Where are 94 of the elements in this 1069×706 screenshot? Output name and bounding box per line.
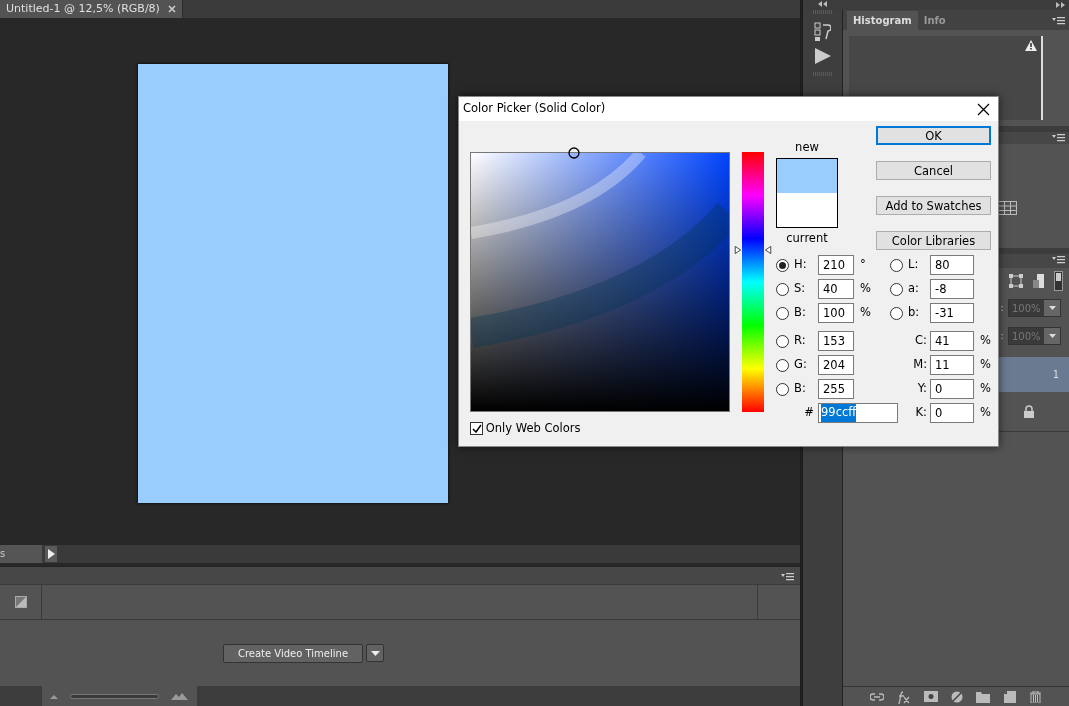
value-field[interactable]: 100	[818, 303, 854, 323]
radio-button[interactable]	[776, 306, 789, 320]
dialog-button[interactable]: Cancel	[876, 161, 991, 180]
status-text: s	[0, 545, 42, 563]
radio-button[interactable]	[890, 306, 903, 320]
dropdown-button[interactable]	[366, 644, 384, 662]
field-label: B:	[794, 304, 807, 322]
radio-button[interactable]	[890, 282, 903, 296]
transform-icon[interactable]	[1009, 274, 1023, 288]
panel-tab[interactable]: Info	[917, 11, 952, 30]
field-label: S:	[794, 280, 807, 298]
history-icon[interactable]	[814, 22, 831, 42]
transition-icon[interactable]	[14, 596, 27, 608]
field-label: K:	[914, 404, 928, 422]
document-tab[interactable]: Untitled-1 @ 12,5% (RGB/8)	[0, 0, 183, 18]
lock-icon[interactable]	[1023, 405, 1035, 418]
collapse-icon[interactable]	[818, 0, 827, 8]
field-label: H:	[794, 256, 808, 274]
dialog-button[interactable]: Add to Swatches	[876, 196, 991, 215]
hex-field[interactable]: 99ccff	[818, 403, 898, 423]
large-mountain-icon[interactable]	[171, 692, 188, 700]
document-icon[interactable]	[1033, 274, 1044, 288]
caret-icon	[369, 649, 381, 657]
menu-icon[interactable]	[1052, 132, 1065, 142]
trash-icon[interactable]	[1029, 690, 1043, 703]
value-field[interactable]: 11	[930, 355, 974, 375]
field-label: C:	[914, 332, 928, 350]
scroll-icon[interactable]	[1054, 271, 1063, 291]
field-label: M:	[912, 356, 928, 374]
radio-button[interactable]	[776, 282, 789, 296]
swatch-label: current	[786, 230, 828, 248]
unit-label: %	[859, 280, 872, 298]
value-field[interactable]: 80	[930, 255, 974, 275]
field-label: R:	[794, 332, 807, 350]
field-label: B:	[794, 380, 807, 398]
caret-icon	[1048, 334, 1056, 338]
zoom-slider[interactable]	[70, 693, 159, 699]
play-icon[interactable]	[814, 48, 831, 64]
check-icon	[471, 424, 482, 434]
color-field[interactable]	[471, 153, 729, 411]
unit-label: %	[979, 332, 992, 350]
field-label: :	[1000, 299, 1004, 316]
radio-button[interactable]	[890, 258, 903, 272]
field-label: :	[1000, 327, 1004, 344]
unit-label: °	[859, 256, 867, 274]
field-label: Y:	[916, 380, 928, 398]
unit-label: %	[979, 380, 992, 398]
warning-icon[interactable]	[1025, 40, 1037, 51]
value-field[interactable]: 204	[818, 355, 854, 375]
dialog-button[interactable]: Color Libraries	[876, 231, 991, 250]
dialog-title: Color Picker (Solid Color)	[463, 100, 606, 118]
value-field[interactable]: 255	[818, 379, 854, 399]
grid-icon[interactable]	[998, 201, 1017, 215]
adjustment-icon[interactable]	[950, 690, 963, 703]
value-field[interactable]: 0	[930, 403, 974, 423]
small-mountain-icon[interactable]	[50, 693, 58, 699]
value-field[interactable]: 210	[818, 255, 854, 275]
hue-marker[interactable]	[733, 245, 773, 254]
menu-icon[interactable]	[1052, 15, 1065, 25]
web-colors-checkbox[interactable]: Only Web Colors	[470, 420, 730, 438]
radio-button[interactable]	[776, 358, 789, 372]
value-field[interactable]: 40	[818, 279, 854, 299]
layer-name: 1	[1052, 368, 1059, 382]
dialog-button[interactable]: OK	[876, 126, 991, 145]
mask-icon[interactable]	[923, 691, 938, 702]
field-label: b:	[908, 304, 921, 322]
unit-label: %	[979, 356, 992, 374]
value-field[interactable]: 153	[818, 331, 854, 351]
picker-marker[interactable]	[568, 147, 581, 159]
value-field[interactable]: 0	[930, 379, 974, 399]
swatch-label: new	[795, 139, 819, 156]
link-icon[interactable]	[869, 690, 884, 703]
new-layer-icon[interactable]	[1003, 690, 1016, 703]
play-icon[interactable]	[45, 546, 57, 562]
fx-icon[interactable]	[897, 689, 911, 704]
value-field[interactable]: -31	[930, 303, 974, 323]
hex-label: #	[803, 404, 815, 422]
panel-tab[interactable]: Histogram	[847, 11, 918, 30]
close-icon[interactable]	[977, 102, 990, 116]
field-label: a:	[908, 280, 920, 298]
value-field[interactable]: 41	[930, 331, 974, 351]
value-field[interactable]: -8	[930, 279, 974, 299]
field-label: G:	[794, 356, 808, 374]
radio-button[interactable]	[776, 258, 789, 272]
caret-icon	[1048, 306, 1056, 310]
menu-icon[interactable]	[1052, 254, 1065, 264]
radio-button[interactable]	[776, 334, 789, 348]
radio-button[interactable]	[776, 382, 789, 396]
create-timeline-button[interactable]: Create Video Timeline	[223, 643, 363, 663]
field-label: L:	[908, 256, 920, 274]
unit-label: %	[859, 304, 872, 322]
menu-icon[interactable]	[781, 570, 794, 581]
folder-icon[interactable]	[976, 690, 991, 703]
unit-label: %	[979, 404, 992, 422]
